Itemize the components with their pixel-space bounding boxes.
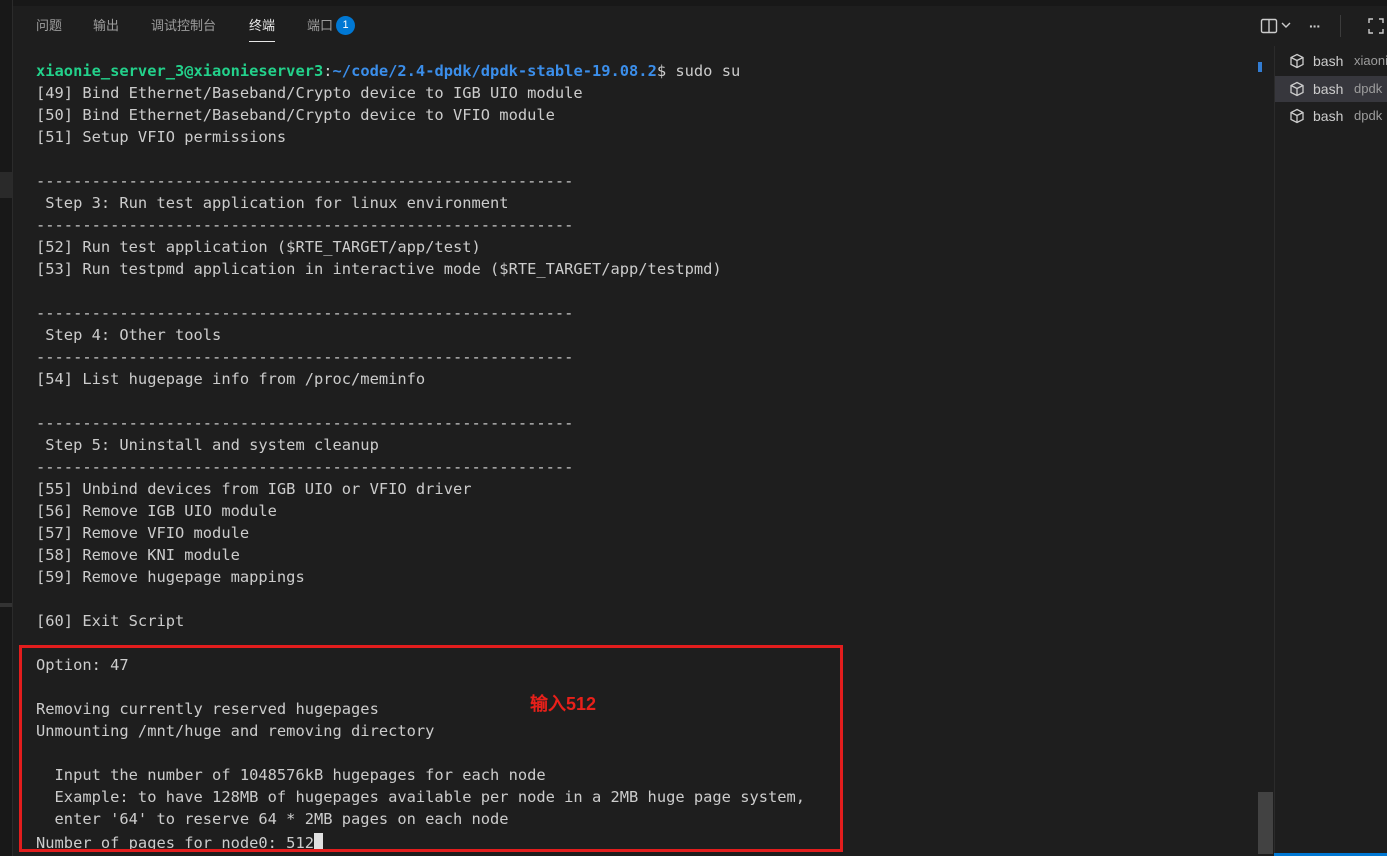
split-terminal-icon xyxy=(1260,18,1278,34)
tab-label: 问题 xyxy=(36,18,63,33)
terminal-line: Step 5: Uninstall and system cleanup xyxy=(36,436,379,454)
terminal-icon xyxy=(1290,53,1304,69)
terminal-tab-3[interactable]: bash dpdk xyxy=(1275,103,1387,129)
terminal-line: Step 4: Other tools xyxy=(36,326,222,344)
terminal-line: ----------------------------------------… xyxy=(36,304,574,322)
terminal-tab-2[interactable]: bash dpdk xyxy=(1275,76,1387,102)
terminal-line: [60] Exit Script xyxy=(36,612,185,630)
terminal-line: [54] List hugepage info from /proc/memin… xyxy=(36,370,426,388)
terminal-tab-desc: xiaonie... xyxy=(1354,53,1387,68)
tab-output[interactable]: 输出 xyxy=(93,6,119,46)
terminal-line: ----------------------------------------… xyxy=(36,458,574,476)
more-actions-button[interactable]: ··· xyxy=(1309,16,1321,36)
terminal-tab-name: bash xyxy=(1313,81,1344,97)
terminal-tab-desc: dpdk xyxy=(1354,108,1383,123)
terminal-tabs-list: bash xiaonie... bash dpdk bash dpdk xyxy=(1274,46,1387,856)
scrollbar-thumb[interactable] xyxy=(1258,792,1273,854)
terminal-tab-name: bash xyxy=(1313,108,1344,124)
panel-header: 问题 输出 调试控制台 终端 端口 1 ··· xyxy=(12,6,1387,46)
terminal-line: [58] Remove KNI module xyxy=(36,546,240,564)
terminal-line: [56] Remove IGB UIO module xyxy=(36,502,277,520)
highlight-box xyxy=(19,645,843,852)
split-terminal-button[interactable] xyxy=(1260,16,1278,36)
terminal-line: [51] Setup VFIO permissions xyxy=(36,128,287,146)
terminal-tab-name: bash xyxy=(1313,53,1344,69)
terminal-line: [59] Remove hugepage mappings xyxy=(36,568,305,586)
prompt-path: ~/code/2.4-dpdk/dpdk-stable-19.08.2 xyxy=(332,62,657,80)
header-divider xyxy=(1340,15,1341,37)
terminal-line: [50] Bind Ethernet/Baseband/Crypto devic… xyxy=(36,106,555,124)
terminal-line: [57] Remove VFIO module xyxy=(36,524,250,542)
terminal-line: ----------------------------------------… xyxy=(36,216,574,234)
terminal-line: Step 3: Run test application for linux e… xyxy=(36,194,509,212)
tab-terminal[interactable]: 终端 xyxy=(249,6,276,46)
tab-label: 调试控制台 xyxy=(151,18,217,33)
terminal-line: ----------------------------------------… xyxy=(36,348,574,366)
ports-count-badge: 1 xyxy=(336,16,356,36)
terminal-scrollbar[interactable] xyxy=(1257,46,1273,856)
terminal-tab-desc: dpdk xyxy=(1354,81,1383,96)
terminal-profiles-dropdown[interactable] xyxy=(1280,16,1292,36)
tab-ports[interactable]: 端口 1 xyxy=(307,6,356,46)
tab-debug-console[interactable]: 调试控制台 xyxy=(151,6,216,46)
tab-label: 终端 xyxy=(249,18,276,33)
maximize-panel-button[interactable] xyxy=(1367,16,1385,36)
annotation-label: 输入512 xyxy=(530,694,597,714)
prompt-user: xiaonie_server_3@xiaonieserver3 xyxy=(36,62,324,80)
tab-label: 输出 xyxy=(93,18,120,33)
terminal-line: ----------------------------------------… xyxy=(36,172,574,190)
terminal-output[interactable]: xiaonie_server_3@xiaonieserver3:~/code/2… xyxy=(12,46,1254,856)
scrollbar-marker xyxy=(1258,62,1262,72)
terminal-line: [55] Unbind devices from IGB UIO or VFIO… xyxy=(36,480,472,498)
chevron-down-icon xyxy=(1281,22,1291,28)
more-icon: ··· xyxy=(1309,18,1321,34)
terminal-icon xyxy=(1290,108,1304,124)
terminal-tab-1[interactable]: bash xiaonie... xyxy=(1275,48,1387,74)
tab-label: 端口 xyxy=(307,18,334,33)
terminal-line: ----------------------------------------… xyxy=(36,414,574,432)
terminal-line: [49] Bind Ethernet/Baseband/Crypto devic… xyxy=(36,84,583,102)
terminal-line: [52] Run test application ($RTE_TARGET/a… xyxy=(36,238,481,256)
prompt-command: $ sudo su xyxy=(656,62,741,80)
tab-problems[interactable]: 问题 xyxy=(36,6,62,46)
prompt-separator: : xyxy=(323,62,333,80)
terminal-line: [53] Run testpmd application in interact… xyxy=(36,260,722,278)
maximize-panel-icon xyxy=(1368,18,1384,34)
prompt-line: xiaonie_server_3@xiaonieserver3:~/code/2… xyxy=(36,60,740,82)
terminal-icon xyxy=(1290,81,1304,97)
